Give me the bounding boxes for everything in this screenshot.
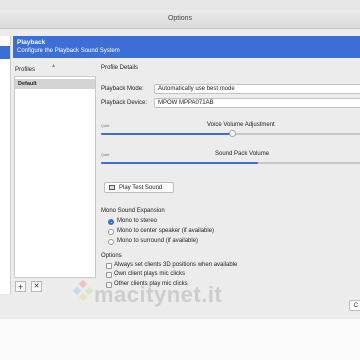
sidebar-item-playback[interactable] [0, 46, 10, 59]
voice-volume-min-label: Quiet [101, 124, 110, 128]
section-title: Playback [17, 39, 46, 46]
playback-device-label: Playback Device: [101, 100, 148, 106]
own-mic-clicks-label: Own client plays mic clicks [114, 271, 186, 277]
profiles-list[interactable]: Default [14, 76, 96, 278]
add-profile-button[interactable]: + [15, 281, 26, 292]
watermark-text: macitynet.it [94, 282, 223, 307]
sound-pack-slider[interactable] [101, 162, 360, 164]
profile-details-heading: Profile Details [101, 65, 139, 71]
sound-pack-label: Sound Pack Volume [215, 151, 270, 157]
plus-icon: + [17, 282, 24, 292]
mono-expansion-heading: Mono Sound Expansion [101, 208, 165, 214]
profiles-heading: Profiles [15, 67, 36, 73]
sound-pack-min-label: Quiet [101, 153, 110, 157]
window-titlebar: Options [0, 10, 360, 29]
always-set-3d-label: Always set clients 3D positions when ava… [114, 262, 238, 268]
profile-item-default[interactable]: Default [15, 79, 95, 89]
top-strip [0, 0, 360, 10]
own-mic-clicks-checkbox[interactable] [106, 272, 112, 278]
options-heading: Options [101, 253, 122, 259]
voice-volume-fill [101, 133, 232, 135]
always-set-3d-checkbox[interactable] [106, 263, 112, 269]
mono-to-stereo-label: Mono to stereo [117, 218, 158, 224]
section-header: Playback Configure the Playback Sound Sy… [13, 36, 360, 58]
mono-to-stereo-radio[interactable] [108, 219, 114, 225]
play-test-sound-button[interactable]: Play Test Sound [104, 182, 174, 193]
playback-mode-select[interactable]: Automatically use best mode [154, 84, 360, 94]
watermark-logo-icon [72, 280, 94, 302]
voice-volume-thumb[interactable] [229, 130, 236, 137]
category-sidebar [0, 36, 11, 294]
remove-profile-button[interactable]: ✕ [31, 281, 42, 292]
playback-device-select[interactable]: MPOW MPPA071AB [154, 98, 360, 108]
play-test-sound-label: Play Test Sound [119, 185, 163, 191]
section-subtitle: Configure the Playback Sound System [17, 48, 120, 54]
speaker-icon [109, 185, 115, 190]
collapse-arrow-icon[interactable]: ▴ [52, 62, 55, 69]
desktop-background [0, 319, 360, 360]
playback-mode-label: Playback Mode: [101, 86, 144, 92]
close-button-label: C [353, 303, 359, 309]
window-title: Options [167, 15, 193, 22]
mono-to-center-radio[interactable] [108, 229, 114, 235]
close-button[interactable]: C [349, 300, 360, 311]
voice-volume-label: Voice Volume Adjustment [207, 122, 275, 128]
mono-to-surround-label: Mono to surround (if available) [117, 238, 199, 244]
sound-pack-fill [101, 162, 259, 164]
mono-to-surround-radio[interactable] [108, 239, 114, 245]
close-icon: ✕ [33, 283, 40, 290]
mono-to-center-label: Mono to center speaker (if available) [117, 228, 215, 234]
